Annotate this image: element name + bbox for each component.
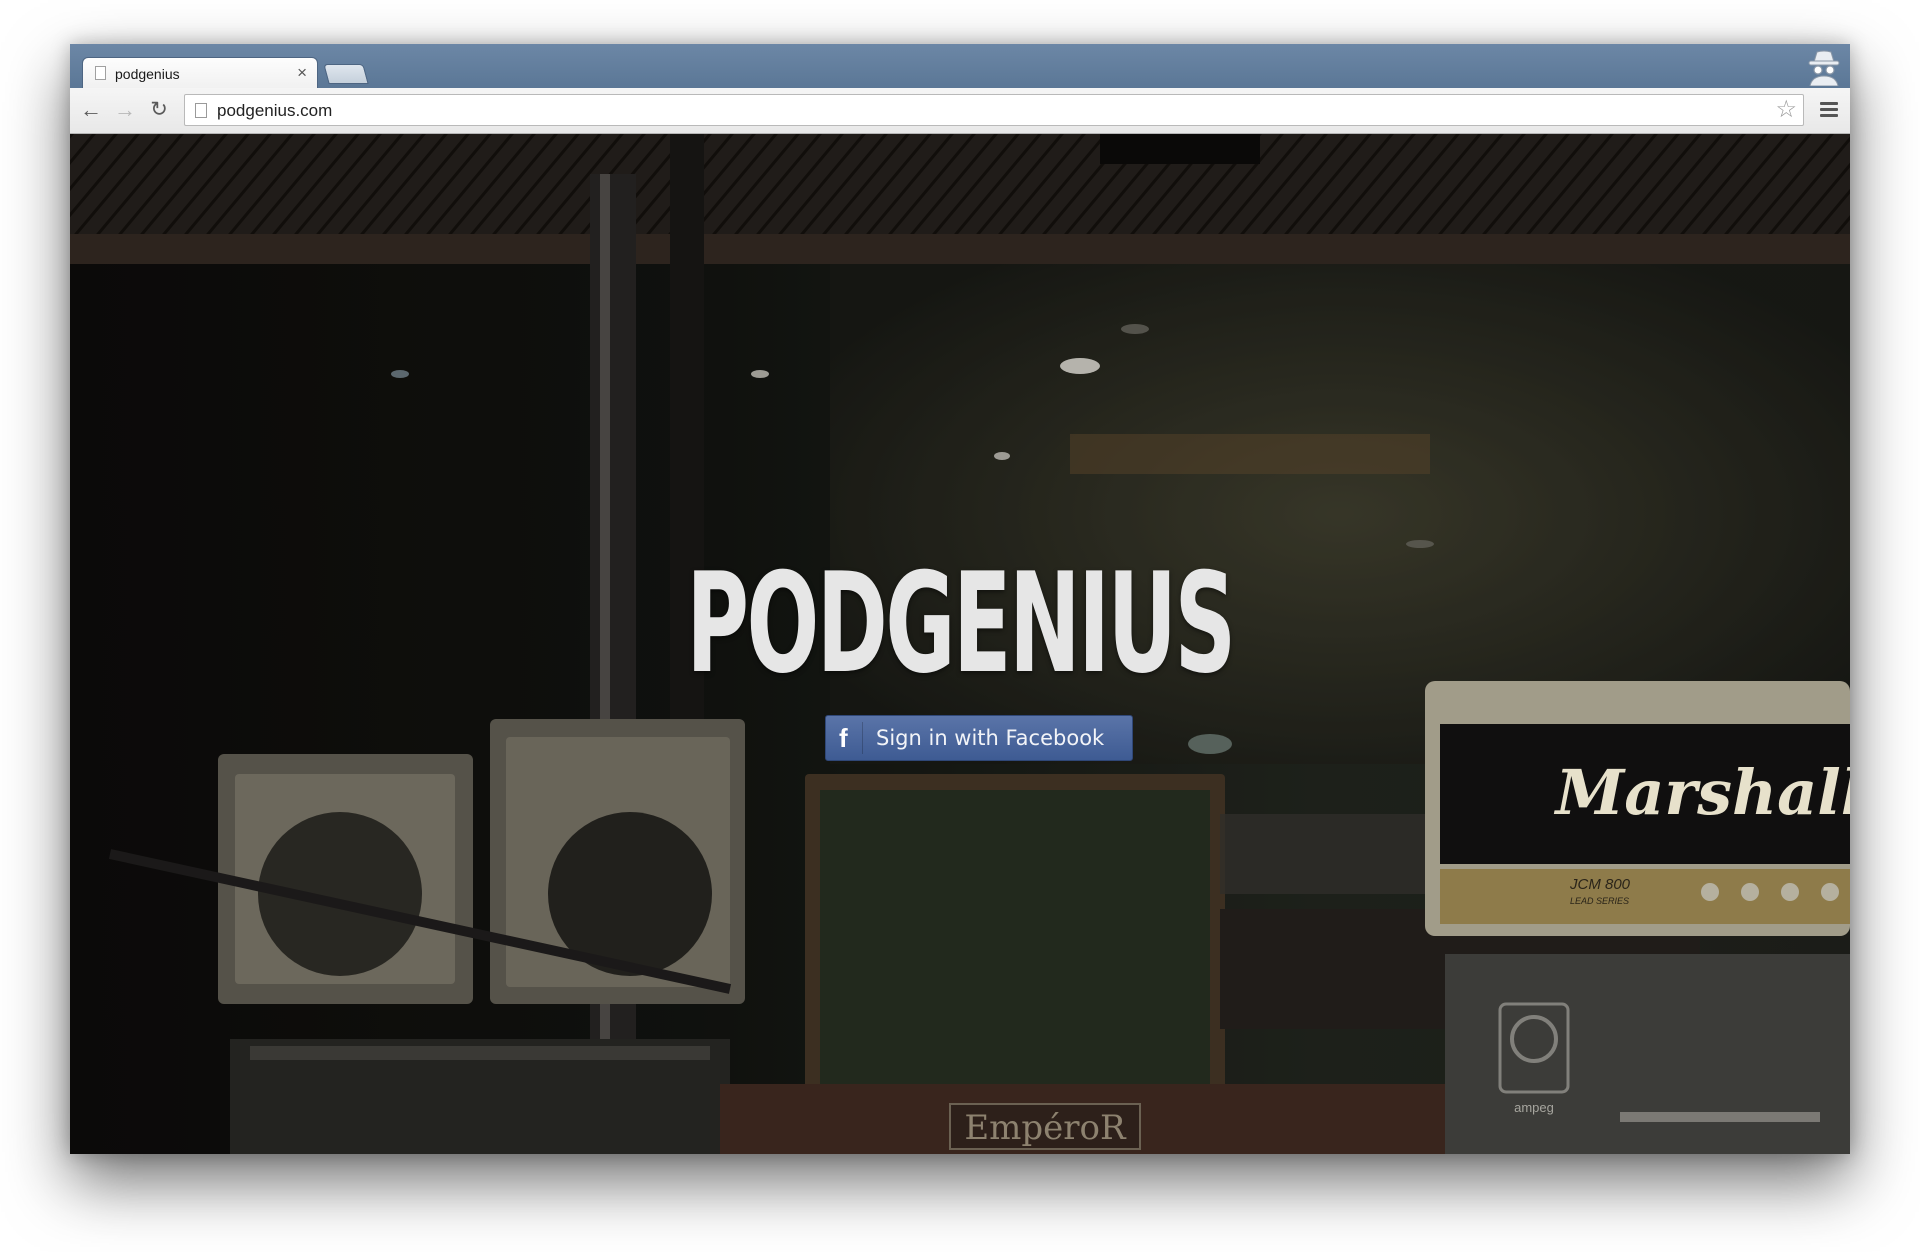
hamburger-menu-icon[interactable] [1820, 102, 1838, 118]
landing-page: Marshall JCM 800 LEAD SERIES EmpéroR amp… [70, 134, 1850, 1154]
incognito-icon [1808, 50, 1840, 86]
address-bar[interactable]: podgenius.com ☆ [184, 94, 1804, 126]
tab-strip: podgenius × [70, 44, 1850, 88]
browser-window: podgenius × ← → ↻ podgenius.com ☆ Marsha… [70, 44, 1850, 1154]
emperor-logo: EmpéroR [964, 1108, 1127, 1148]
marshall-model: JCM 800 [1569, 876, 1631, 893]
reload-icon[interactable]: ↻ [146, 97, 172, 123]
star-icon[interactable]: ☆ [1775, 97, 1797, 123]
forward-arrow-icon[interactable]: → [112, 97, 138, 123]
tab-title: podgenius [115, 66, 180, 82]
brand-title: PODGENIUS [686, 543, 1236, 704]
facebook-f-icon: f [839, 723, 848, 753]
tab-podgenius[interactable]: podgenius × [82, 57, 318, 88]
facebook-signin-button[interactable]: f Sign in with Facebook [825, 715, 1133, 761]
facebook-signin-label: Sign in with Facebook [876, 726, 1105, 750]
url-text[interactable]: podgenius.com [217, 101, 332, 121]
back-arrow-icon[interactable]: ← [78, 97, 104, 123]
button-divider [862, 722, 863, 754]
page-favicon-icon [95, 66, 106, 80]
ampeg-logo: ampeg [1514, 1100, 1554, 1115]
marshall-logo: Marshall [1554, 756, 1850, 829]
new-tab-button[interactable] [323, 64, 369, 84]
page-icon [195, 103, 207, 118]
tab-close-icon[interactable]: × [297, 63, 307, 83]
marshall-series: LEAD SERIES [1570, 896, 1629, 906]
browser-toolbar: ← → ↻ podgenius.com ☆ [70, 88, 1850, 134]
